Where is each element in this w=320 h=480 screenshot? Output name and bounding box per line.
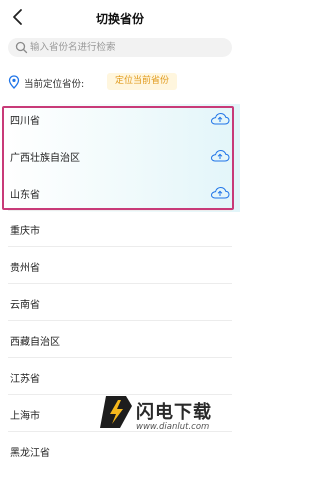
locate-current-province-button[interactable]: 定位当前省份: [107, 73, 178, 90]
cloud-upload-icon[interactable]: [210, 148, 230, 162]
province-item[interactable]: 四川省: [10, 112, 40, 127]
province-item[interactable]: 黑龙江省: [10, 444, 50, 459]
search-bar[interactable]: [8, 38, 232, 57]
watermark-url: www.dianlut.com: [136, 422, 210, 432]
province-item[interactable]: 西藏自治区: [10, 333, 60, 348]
row-divider: [8, 283, 232, 284]
province-item[interactable]: 山东省: [10, 186, 40, 201]
page-title: 切换省份: [95, 12, 144, 26]
watermark: 闪电下载 www.dianlut.com: [98, 392, 232, 462]
province-item[interactable]: 广西壮族自治区: [10, 149, 80, 164]
lightning-logo-icon: [100, 396, 132, 428]
province-item[interactable]: 江苏省: [10, 370, 40, 385]
search-input[interactable]: [30, 38, 225, 57]
location-pin-icon: [8, 75, 20, 89]
province-item[interactable]: 重庆市: [10, 222, 40, 237]
row-divider: [8, 357, 232, 358]
header-bar: 切换省份: [0, 0, 240, 36]
province-item[interactable]: 云南省: [10, 296, 40, 311]
cloud-upload-icon[interactable]: [210, 111, 230, 125]
location-row: 当前定位省份: 定位当前省份: [8, 73, 232, 91]
row-divider: [8, 246, 232, 247]
watermark-name: 闪电下载: [136, 402, 212, 423]
search-icon: [15, 41, 28, 54]
province-item[interactable]: 贵州省: [10, 259, 40, 274]
location-label: 当前定位省份:: [24, 79, 85, 90]
cloud-upload-icon[interactable]: [210, 185, 230, 199]
row-divider: [8, 210, 232, 211]
row-divider: [8, 320, 232, 321]
province-item[interactable]: 上海市: [10, 407, 40, 422]
